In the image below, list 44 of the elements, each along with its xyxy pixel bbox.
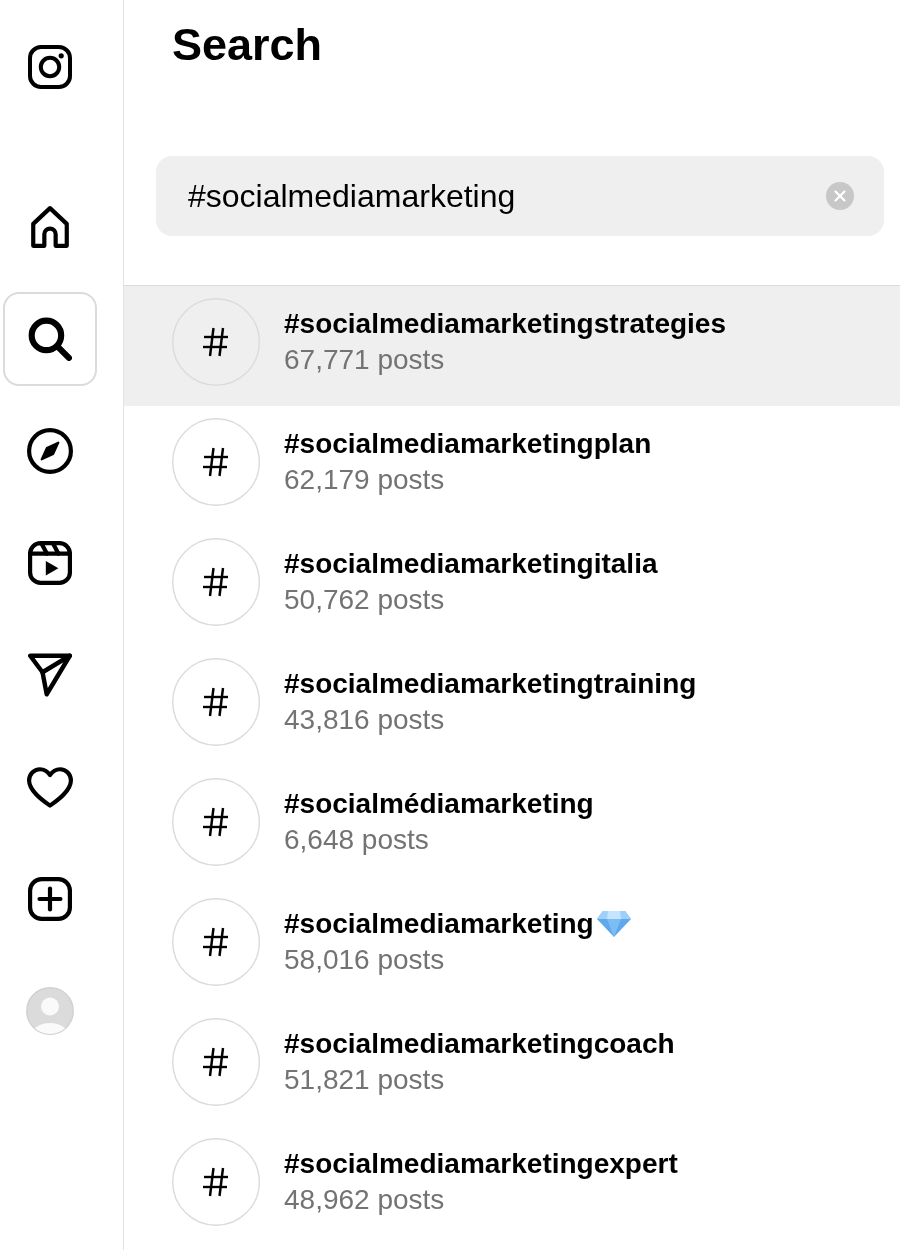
post-count: 58,016 posts [284, 943, 445, 977]
explore-button[interactable] [27, 428, 73, 474]
post-count: 6,648 posts [284, 823, 429, 857]
hashtag-name: #socialmediamarketingtraining [284, 667, 697, 701]
hashtag-icon [172, 658, 260, 746]
hashtag-icon [172, 418, 260, 506]
compass-icon [27, 428, 73, 474]
notifications-button[interactable] [27, 764, 73, 810]
hashtag-name: #socialmediamarketing [284, 907, 594, 941]
messages-button[interactable] [28, 653, 72, 697]
hashtag-icon [172, 778, 260, 866]
home-icon [28, 205, 72, 249]
avatar-icon [26, 987, 74, 1035]
hashtag-name: #socialmediamarketingitalia [284, 547, 658, 581]
post-count: 67,771 posts [284, 343, 445, 377]
create-button[interactable] [28, 877, 72, 921]
hashtag-name: #socialmédiamarketing [284, 787, 594, 821]
hashtag-name: #socialmediamarketingstrategies [284, 307, 726, 341]
paper-plane-icon [28, 653, 72, 697]
search-result[interactable]: #socialmediamarketingstrategies 67,771 posts [124, 286, 900, 406]
post-count: 43,816 posts [284, 703, 445, 737]
home-button[interactable] [28, 205, 72, 249]
clear-icon [826, 182, 854, 210]
post-count: 51,821 posts [284, 1063, 445, 1097]
plus-square-icon [28, 877, 72, 921]
heart-icon [27, 764, 73, 810]
video-play-icon [28, 541, 72, 585]
reels-button[interactable] [28, 541, 72, 585]
hashtag-name: #socialmediamarketingcoach [284, 1027, 675, 1061]
hashtag-name: #socialmediamarketingplan [284, 427, 652, 461]
search-field[interactable]: #socialmediamarketing [156, 156, 884, 236]
search-button[interactable] [3, 292, 97, 386]
panel-title: Search [172, 18, 323, 72]
hashtag-icon [172, 898, 260, 986]
camera-logo-icon [28, 45, 72, 89]
hashtag-icon [172, 538, 260, 626]
search-icon [28, 317, 72, 361]
post-count: 50,762 posts [284, 583, 445, 617]
hashtag-icon [172, 298, 260, 386]
hashtag-icon [172, 1138, 260, 1226]
post-count: 62,179 posts [284, 463, 445, 497]
post-count: 48,962 posts [284, 1183, 445, 1217]
hashtag-name: #socialmediamarketingexpert [284, 1147, 678, 1181]
hashtag-icon [172, 1018, 260, 1106]
